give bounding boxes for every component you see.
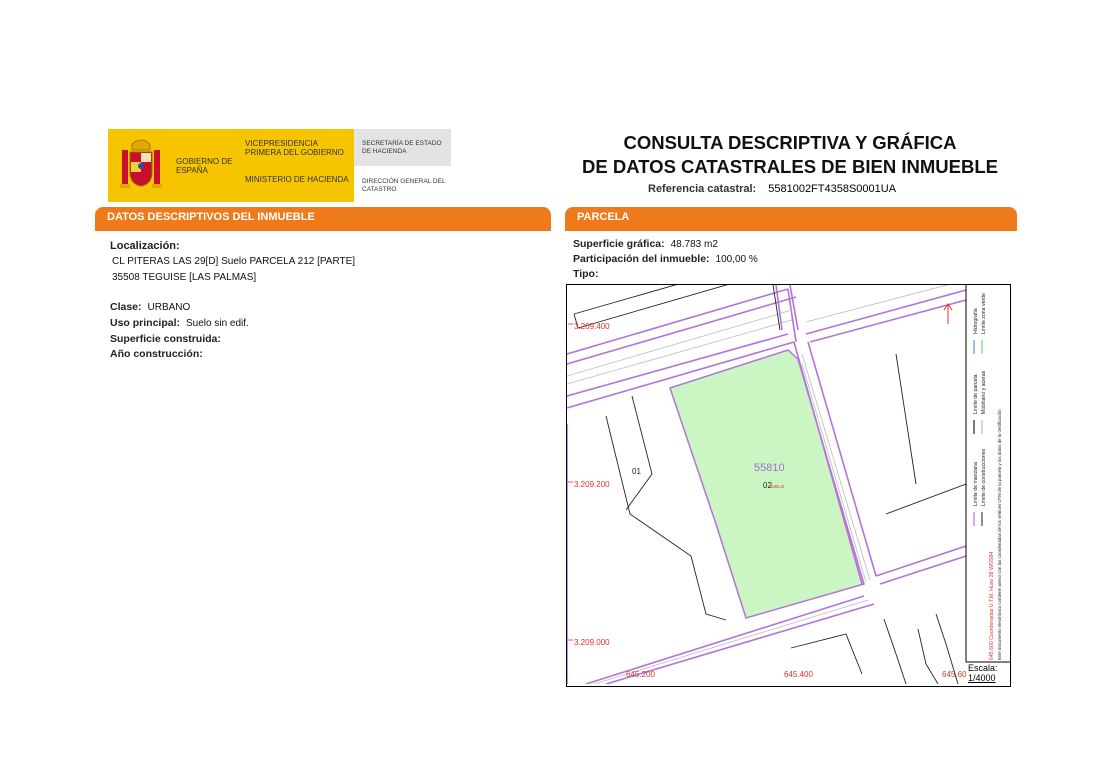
participacion-value: 100,00 %: [715, 254, 758, 265]
anio-construccion-row: Año construcción:: [110, 344, 209, 362]
page-title-line1: CONSULTA DESCRIPTIVA Y GRÁFICA: [623, 132, 957, 153]
grid-crosses: [568, 323, 573, 641]
referencia-value: 5581002FT4358S0001UA: [768, 183, 897, 195]
legend-manzana: Limite de manzana: [973, 462, 979, 506]
anio-label: Año construcción:: [110, 348, 203, 360]
x-coord-2: 645.400: [784, 670, 813, 679]
y-coord-1: 3.209.400: [574, 322, 610, 331]
legend-hidrografia: Hidrografía: [973, 308, 979, 334]
datos-descriptivos-title: DATOS DESCRIPTIVOS DEL INMUEBLE: [107, 211, 315, 223]
cadastral-map-drawing: 3.209.400 3.209.200 3.209.000 645.200 64…: [567, 285, 1010, 684]
page-title-line2: DE DATOS CATASTRALES DE BIEN INMUEBLE: [582, 156, 998, 177]
x-coord-3: 645.60: [942, 670, 967, 679]
localizacion-line2: 35508 TEGUISE [LAS PALMAS]: [112, 272, 257, 283]
parcel-01-label: 01: [632, 467, 641, 476]
legend-zona-verde: Limite zona verde: [981, 293, 987, 334]
uso-value: Suelo sin edif.: [186, 318, 249, 329]
escala-label: Escala:: [968, 663, 998, 673]
localizacion-line1: CL PITERAS LAS 29[D] Suelo PARCELA 212 […: [112, 256, 356, 267]
tipo-row: Tipo:: [573, 264, 604, 282]
uso-label: Uso principal:: [110, 317, 181, 329]
direccion-label: DIRECCIÓN GENERAL DEL CATASTRO: [362, 178, 446, 193]
parcela-header: PARCELA: [565, 207, 1017, 229]
map-scale: Escala: 1/4000: [968, 663, 998, 683]
y-coord-3: 3.209.000: [574, 638, 610, 647]
suelo-label: SUELO: [769, 484, 785, 489]
north-arrow-icon: [943, 303, 953, 324]
datos-descriptivos-header: DATOS DESCRIPTIVOS DEL INMUEBLE: [95, 207, 551, 229]
y-coord-2: 3.209.200: [574, 480, 610, 489]
clase-value: URBANO: [147, 302, 191, 313]
tipo-label: Tipo:: [573, 268, 599, 280]
secretaria-label: SECRETARÍA DE ESTADO DE HACIENDA: [362, 140, 442, 155]
cert-note: Este documento electrónico contiene anex…: [997, 409, 1002, 660]
localizacion-label: Localización:: [110, 240, 180, 252]
legend-construcciones: Limite de construcciones: [981, 449, 987, 506]
parcela-title: PARCELA: [577, 211, 630, 223]
vicepresidencia-label: VICEPRESIDENCIA PRIMERA DEL GOBIERNO: [245, 139, 344, 157]
gobierno-label: GOBIERNO DE ESPAÑA: [176, 157, 233, 175]
block-number: 55810: [754, 462, 785, 474]
coords-note: 645.600 Coordenadas U.T.M. Huso 28 WGS84: [989, 552, 995, 660]
section-divider: [565, 229, 1017, 231]
x-coord-1: 645.200: [626, 670, 655, 679]
legend-mobiliario: Mobiliario y aceras: [981, 370, 987, 414]
map-legend: Limite de manzana Limite de parcela Hidr…: [973, 293, 1002, 660]
section-divider: [95, 229, 551, 231]
referencia-catastral: Referencia catastral: 5581002FT4358S0001U…: [648, 183, 896, 195]
ministerio-label: MINISTERIO DE HACIENDA: [245, 175, 349, 184]
coat-of-arms-icon: [120, 139, 162, 188]
clase-label: Clase:: [110, 301, 142, 313]
referencia-label: Referencia catastral:: [648, 183, 757, 195]
legend-parcela: Limite de parcela: [973, 374, 979, 414]
escala-value: 1/4000: [968, 673, 996, 683]
